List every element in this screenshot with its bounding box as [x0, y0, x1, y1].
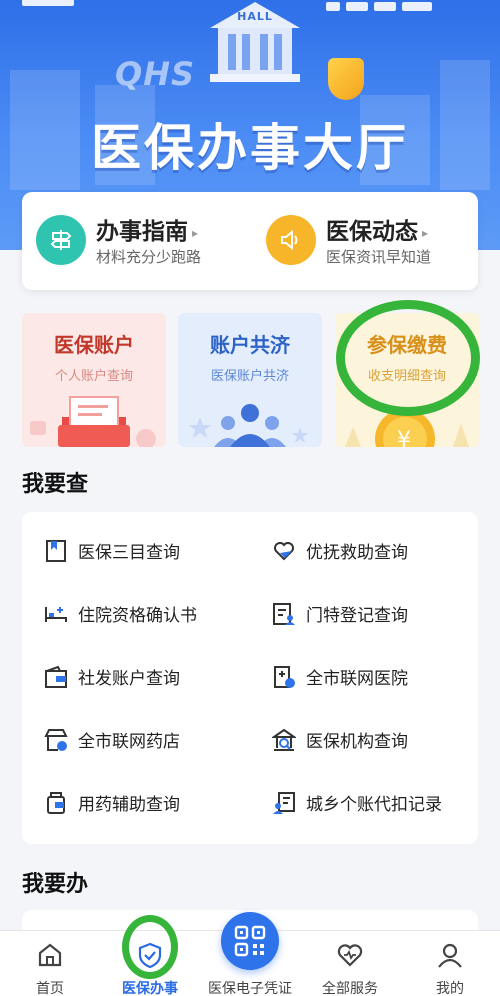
query-item[interactable]: 优抚救助查询 [272, 536, 472, 566]
query-item-label: 全市联网药店 [78, 732, 180, 752]
bookmark-icon [46, 540, 66, 562]
nav-mine[interactable]: 我的 [400, 931, 500, 996]
query-item[interactable]: 住院资格确认书 [44, 599, 244, 629]
wallet-icon [45, 665, 67, 688]
status-icons [320, 0, 470, 11]
query-item-label: 医保三目查询 [78, 543, 180, 563]
institution-icon [272, 728, 296, 751]
chevron-right-icon: ▸ [422, 225, 429, 240]
news-subtitle: 医保资讯早知道 [326, 248, 432, 266]
qr-code-button[interactable] [221, 912, 279, 970]
svg-text:¥: ¥ [397, 428, 411, 447]
query-item[interactable]: 社发账户查询 [44, 662, 244, 692]
heart-hand-icon [274, 542, 294, 561]
query-item[interactable]: 城乡个账代扣记录 [272, 788, 472, 818]
chevron-right-icon: ▸ [192, 225, 199, 240]
feature-card-subtitle: 医保账户共济 [210, 369, 289, 384]
feature-card-subtitle: 个人账户查询 [54, 369, 133, 384]
query-item[interactable]: 医保三目查询 [44, 536, 244, 566]
query-item[interactable]: 门特登记查询 [272, 599, 472, 629]
query-item[interactable]: 全市联网医院 [272, 662, 472, 692]
query-item[interactable]: 医保机构查询 [272, 725, 472, 755]
nav-label: 医保电子凭证 [208, 981, 292, 996]
shield-icon [328, 58, 364, 100]
user-icon [438, 943, 462, 968]
query-section-title: 我要查 [22, 472, 89, 497]
qr-code-icon [234, 925, 266, 957]
query-item-label: 用药辅助查询 [78, 795, 180, 815]
medicine-bottle-icon [47, 792, 65, 814]
qhs-logo: QHS [115, 55, 196, 93]
bed-icon [45, 607, 67, 622]
feature-card-account[interactable]: 医保账户 个人账户查询 [22, 313, 166, 447]
record-icon [273, 792, 295, 814]
nav-all-services[interactable]: 全部服务 [300, 931, 400, 996]
highlight-circle [336, 300, 480, 416]
handle-section-title: 我要办 [22, 872, 89, 897]
family-group-icon [189, 404, 308, 447]
status-time [22, 0, 74, 6]
news-entry[interactable]: 医保动态 ▸ 医保资讯早知道 [266, 210, 476, 272]
query-item-label: 优抚救助查询 [306, 543, 408, 563]
nav-label: 全部服务 [322, 981, 378, 996]
guide-title: 办事指南 [96, 219, 188, 245]
account-folder-icon [30, 396, 156, 447]
news-title: 医保动态 [326, 219, 418, 245]
hall-label: HALL [237, 10, 273, 23]
nav-label: 我的 [436, 981, 464, 996]
query-item-label: 城乡个账代扣记录 [306, 795, 442, 815]
query-item-label: 门特登记查询 [306, 606, 408, 626]
nav-label: 医保办事 [122, 981, 178, 996]
query-item-label: 社发账户查询 [78, 669, 180, 689]
pharmacy-icon [44, 729, 68, 751]
feature-card-title: 医保账户 [54, 333, 134, 357]
hospital-icon [274, 666, 295, 688]
registration-icon [273, 603, 295, 625]
speaker-icon [266, 215, 316, 265]
home-icon [38, 943, 62, 967]
query-item[interactable]: 用药辅助查询 [44, 788, 244, 818]
page-title: 医保办事大厅 [91, 119, 409, 177]
query-panel: 医保三目查询 优抚救助查询 住院资格确认书 门特登记查询 社发账户查询 全市联网… [22, 512, 478, 844]
signpost-icon [36, 215, 86, 265]
heart-service-icon [337, 944, 363, 967]
query-item[interactable]: 全市联网药店 [44, 725, 244, 755]
query-item-label: 住院资格确认书 [78, 606, 197, 626]
query-item-label: 全市联网医院 [306, 669, 408, 689]
guide-news-card: 办事指南 ▸ 材料充分少跑路 医保动态 ▸ 医保资讯早知道 [22, 192, 478, 290]
guide-subtitle: 材料充分少跑路 [96, 248, 202, 266]
active-highlight-circle [122, 915, 178, 979]
nav-label: 首页 [36, 981, 64, 996]
hall-illustration: HALL [210, 2, 300, 82]
nav-home[interactable]: 首页 [0, 931, 100, 996]
feature-card-title: 账户共济 [210, 333, 290, 357]
query-item-label: 医保机构查询 [306, 732, 408, 752]
feature-card-shared[interactable]: 账户共济 医保账户共济 [178, 313, 322, 447]
guide-entry[interactable]: 办事指南 ▸ 材料充分少跑路 [36, 210, 246, 272]
